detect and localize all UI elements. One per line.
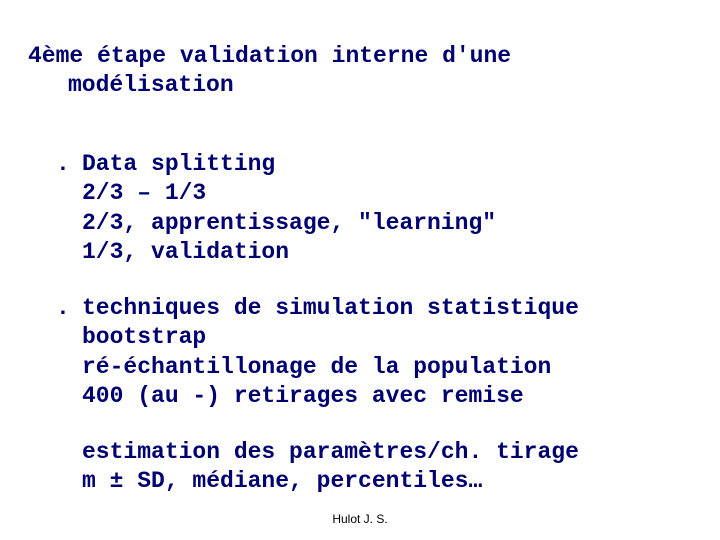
slide-footer: Hulot J. S. — [0, 512, 720, 526]
body-line: ré-échantillonage de la population — [82, 353, 700, 382]
body-blank-line — [82, 412, 700, 438]
heading-line-2: modélisation — [28, 72, 234, 98]
body-line: 2/3 – 1/3 — [82, 179, 700, 208]
body-line: Data splitting — [82, 150, 700, 179]
body-line: 1/3, validation — [82, 238, 700, 267]
bullet-marker: . — [56, 294, 82, 323]
bullet-marker: . — [56, 150, 82, 179]
body-line: 2/3, apprentissage, "learning" — [82, 209, 700, 238]
slide-body: . Data splitting 2/3 – 1/3 2/3, apprenti… — [56, 150, 700, 522]
list-item: . Data splitting 2/3 – 1/3 2/3, apprenti… — [56, 150, 700, 268]
body-line: bootstrap — [82, 323, 700, 352]
body-line: m ± SD, médiane, percentiles… — [82, 467, 700, 496]
list-item-body: Data splitting 2/3 – 1/3 2/3, apprentiss… — [82, 150, 700, 268]
list-item-body: techniques de simulation statistique boo… — [82, 294, 700, 497]
slide: 4ème étape validation interne d'une modé… — [0, 0, 720, 540]
slide-heading: 4ème étape validation interne d'une modé… — [28, 42, 700, 100]
body-line: 400 (au -) retirages avec remise — [82, 382, 700, 411]
body-line: techniques de simulation statistique — [82, 294, 700, 323]
list-item: . techniques de simulation statistique b… — [56, 294, 700, 497]
body-line: estimation des paramètres/ch. tirage — [82, 438, 700, 467]
heading-line-1: 4ème étape validation interne d'une — [28, 43, 511, 69]
